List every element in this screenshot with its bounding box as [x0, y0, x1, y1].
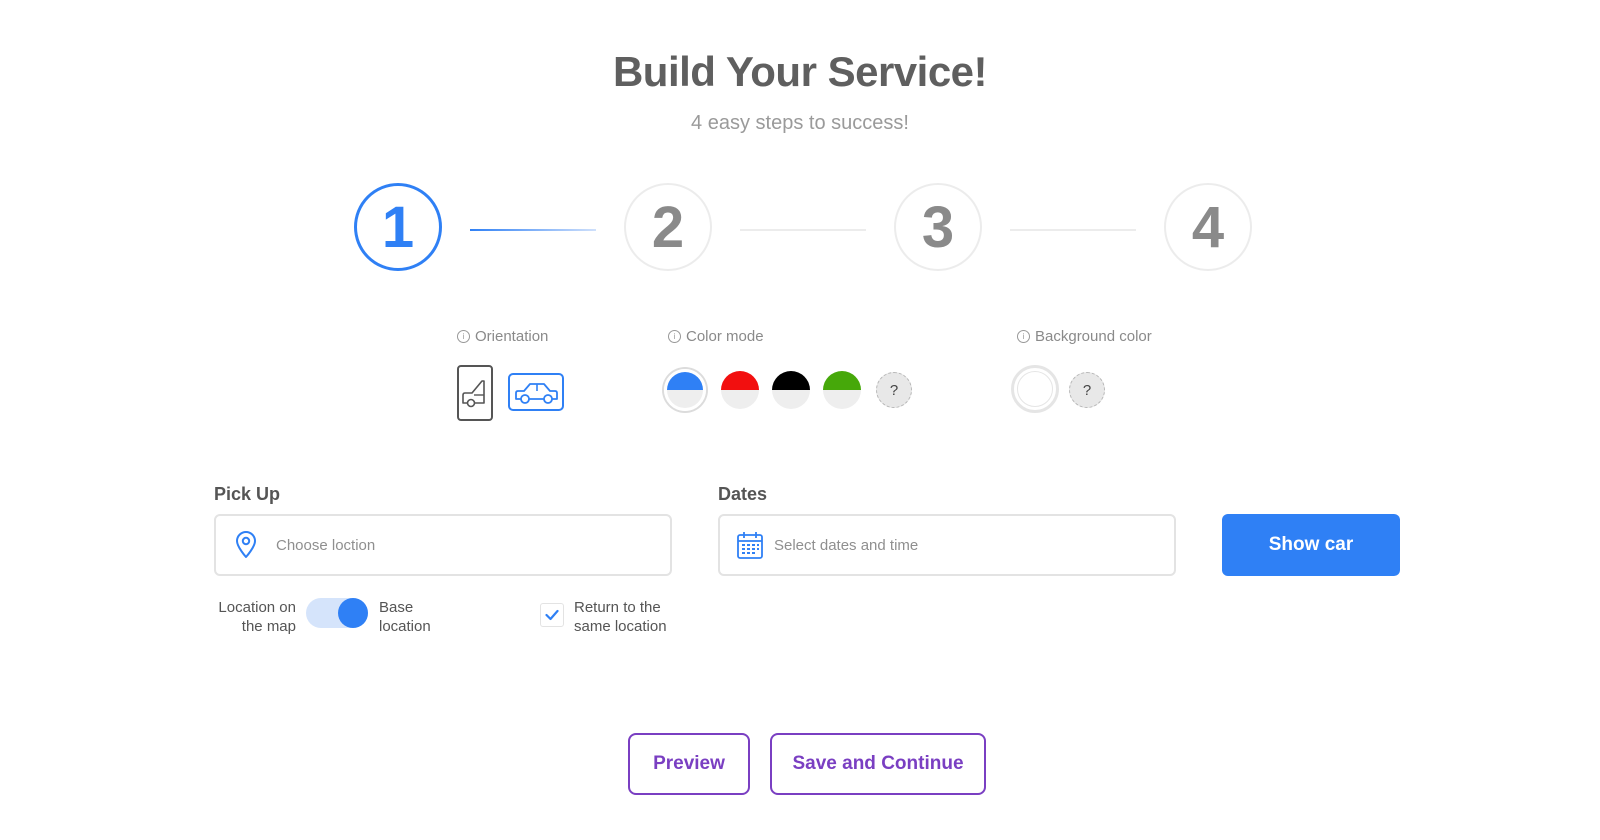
toggle-left-label: Location on the map	[200, 598, 296, 636]
page-subtitle: 4 easy steps to success!	[691, 112, 909, 134]
pickup-input[interactable]	[274, 535, 670, 555]
color-swatch-black[interactable]	[772, 371, 810, 409]
location-toggle[interactable]	[306, 598, 368, 628]
return-label-line2: same location	[574, 618, 667, 635]
color-mode-label-text: Color mode	[686, 328, 764, 345]
toggle-left-label-line2: the map	[241, 618, 296, 635]
location-pin-icon	[232, 530, 260, 560]
step-1[interactable]: 1	[354, 183, 442, 271]
color-swatch-blue[interactable]	[664, 369, 706, 411]
return-same-location-label: Return to the same location	[574, 598, 667, 636]
custom-background-button[interactable]: ?	[1069, 372, 1105, 408]
step-2[interactable]: 2	[624, 183, 712, 271]
dates-input[interactable]	[772, 535, 1174, 555]
toggle-right-label: Base location	[379, 598, 431, 636]
background-color-label-text: Background color	[1035, 328, 1152, 345]
toggle-left-label-line1: Location on	[218, 599, 296, 616]
dates-field[interactable]	[718, 514, 1176, 576]
toggle-right-label-line1: Base	[379, 599, 414, 616]
dates-label: Dates	[718, 484, 768, 504]
preview-button[interactable]: Preview	[628, 733, 750, 795]
color-swatch-green[interactable]	[823, 371, 861, 409]
checkmark-icon	[545, 609, 559, 621]
pickup-label: Pick Up	[214, 484, 281, 504]
toggle-right-label-line2: location	[379, 618, 431, 635]
background-color-label: i Background color	[1017, 328, 1152, 345]
landscape-orientation-icon[interactable]	[508, 373, 564, 411]
show-car-button[interactable]: Show car	[1222, 514, 1400, 576]
color-mode-label: i Color mode	[668, 328, 764, 345]
toggle-knob	[338, 598, 368, 628]
info-icon: i	[457, 330, 470, 343]
color-swatch-red[interactable]	[721, 371, 759, 409]
step-connector-3	[1010, 229, 1136, 231]
step-3[interactable]: 3	[894, 183, 982, 271]
background-swatch-white[interactable]	[1011, 365, 1059, 413]
info-icon: i	[1017, 330, 1030, 343]
pickup-field[interactable]	[214, 514, 672, 576]
portrait-orientation-icon[interactable]	[457, 365, 493, 421]
orientation-label: i Orientation	[457, 328, 548, 345]
step-connector-2	[740, 229, 866, 231]
return-same-location-checkbox[interactable]	[540, 603, 564, 627]
step-4[interactable]: 4	[1164, 183, 1252, 271]
page-title: Build Your Service!	[612, 48, 988, 95]
step-connector-1	[470, 229, 596, 231]
calendar-icon	[736, 530, 764, 560]
info-icon: i	[668, 330, 681, 343]
custom-color-button[interactable]: ?	[876, 372, 912, 408]
return-label-line1: Return to the	[574, 599, 661, 616]
save-continue-button[interactable]: Save and Continue	[770, 733, 986, 795]
orientation-label-text: Orientation	[475, 328, 549, 345]
